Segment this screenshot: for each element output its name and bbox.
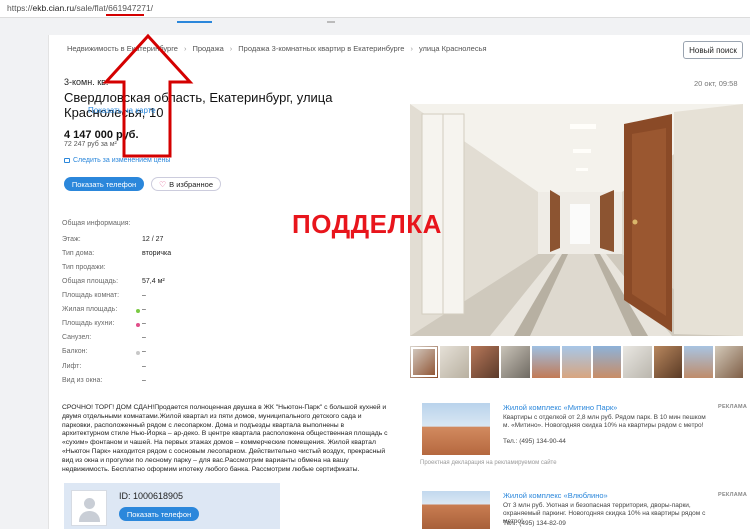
ad-phone: Тел.: (495) 134-90-44 (503, 438, 566, 445)
photo-thumbnail[interactable] (531, 346, 561, 378)
breadcrumb-item[interactable]: Продажа 3-комнатных квартир в Екатеринбу… (238, 44, 404, 56)
avatar-body (79, 511, 100, 522)
photo-thumbnail[interactable] (623, 346, 652, 378)
ad-block[interactable]: Жилой комплекс «Влюблино» От 3 млн руб. … (414, 484, 750, 529)
param-value: – (142, 377, 146, 384)
param-label: Санузел: (62, 334, 92, 341)
header-strip (0, 18, 750, 32)
ad-tag: РЕКЛАМА (718, 404, 748, 410)
photo-thumbnail[interactable] (653, 346, 683, 378)
listing-description: СРОЧНО! ТОРГ! ДОМ СДАН!Продается полноце… (62, 404, 388, 473)
breadcrumb-item[interactable]: Продажа (192, 44, 223, 56)
photo-thumbnail[interactable] (470, 346, 500, 378)
listing-address: Свердловская область, Екатеринбург, улиц… (64, 90, 333, 120)
ad-phone: Тел.: (495) 134-82-09 (503, 520, 566, 527)
status-dot (136, 309, 140, 313)
ad-title[interactable]: Жилой комплекс «Митино Парк» (503, 403, 617, 412)
favorite-button[interactable]: ♡ В избранное (151, 177, 221, 191)
active-nav-indicator (177, 21, 212, 23)
fake-warning-label: ПОДДЕЛКА (292, 209, 442, 239)
param-value: – (142, 320, 146, 327)
hallway-photo (410, 104, 743, 336)
price-per-m2: 72 247 руб за м² (64, 141, 117, 148)
param-label: Балкон: (62, 348, 88, 355)
favorite-label: В избранное (169, 179, 214, 189)
url-underline-annotation (106, 14, 144, 16)
agent-show-phone-button[interactable]: Показать телефон (119, 507, 199, 521)
breadcrumb-item[interactable]: улица Краснолесья (419, 44, 487, 56)
photo-thumbnail[interactable] (714, 346, 743, 378)
param-label: Тип дома: (62, 250, 95, 257)
status-dot (136, 351, 140, 355)
photo-thumbnail[interactable] (410, 346, 439, 378)
photo-thumbnails (410, 346, 743, 378)
avatar-head (84, 498, 95, 509)
url-text[interactable]: https://ekb.cian.ru/sale/flat/661947271/ (7, 3, 153, 13)
ad-text: Квартиры с отделкой от 2,8 млн руб. Рядо… (503, 414, 706, 429)
photo-thumbnail[interactable] (440, 346, 469, 378)
param-value: – (142, 334, 146, 341)
ad-disclaimer: Проектная декларация на рекламируемом са… (420, 460, 557, 466)
photo-thumbnail[interactable] (501, 346, 530, 378)
listing-date: 20 окт, 09:58 (694, 79, 738, 88)
avatar (71, 490, 107, 526)
param-label: Этаж: (62, 236, 81, 243)
mail-icon (64, 158, 70, 163)
follow-price-link[interactable]: Следить за изменением цены (64, 157, 170, 164)
photo-thumbnail[interactable] (562, 346, 591, 378)
follow-price-label: Следить за изменением цены (73, 157, 171, 164)
param-label: Жилая площадь: (62, 306, 118, 313)
photo-thumbnail[interactable] (592, 346, 622, 378)
param-value: 57,4 м² (142, 278, 165, 285)
param-label: Общая информация: (62, 220, 131, 227)
ad-block[interactable]: Жилой комплекс «Митино Парк» Квартиры с … (414, 396, 750, 458)
chevron-right-icon: › (229, 44, 233, 53)
show-on-map-link[interactable]: Показать на карте (88, 106, 156, 115)
ad-tag: РЕКЛАМА (718, 492, 748, 498)
ad-image[interactable] (422, 491, 490, 529)
param-label: Площадь кухни: (62, 320, 115, 327)
ad-title[interactable]: Жилой комплекс «Влюблино» (503, 491, 608, 500)
param-value: – (142, 348, 146, 355)
breadcrumb-item[interactable]: Недвижимость в Екатеринбурге (67, 44, 178, 56)
main-photo[interactable] (410, 104, 743, 336)
param-label: Тип продажи: (62, 264, 106, 271)
chevron-right-icon: › (410, 44, 413, 53)
listing-price: 4 147 000 руб. (64, 129, 139, 141)
breadcrumb: Недвижимость в Екатеринбурге › Продажа ›… (67, 44, 487, 56)
show-phone-button[interactable]: Показать телефон (64, 177, 144, 191)
new-search-button[interactable]: Новый поиск (683, 41, 743, 59)
param-label: Общая площадь: (62, 278, 119, 285)
ad-image[interactable] (422, 403, 490, 455)
agent-id: ID: 1000618905 (119, 491, 184, 501)
param-value: – (142, 306, 146, 313)
param-value: – (142, 292, 146, 299)
status-dot (136, 323, 140, 327)
param-label: Лифт: (62, 363, 82, 370)
param-label: Площадь комнат: (62, 292, 120, 299)
chevron-right-icon: › (183, 44, 187, 53)
photo-thumbnail[interactable] (684, 346, 713, 378)
param-value: вторичка (142, 250, 172, 257)
room-count: 3-комн. кв. (64, 77, 109, 87)
param-value: – (142, 363, 146, 370)
heart-icon: ♡ (158, 179, 167, 189)
nav-indicator (327, 21, 335, 23)
param-label: Вид из окна: (62, 377, 103, 384)
param-value: 12 / 27 (142, 236, 164, 243)
